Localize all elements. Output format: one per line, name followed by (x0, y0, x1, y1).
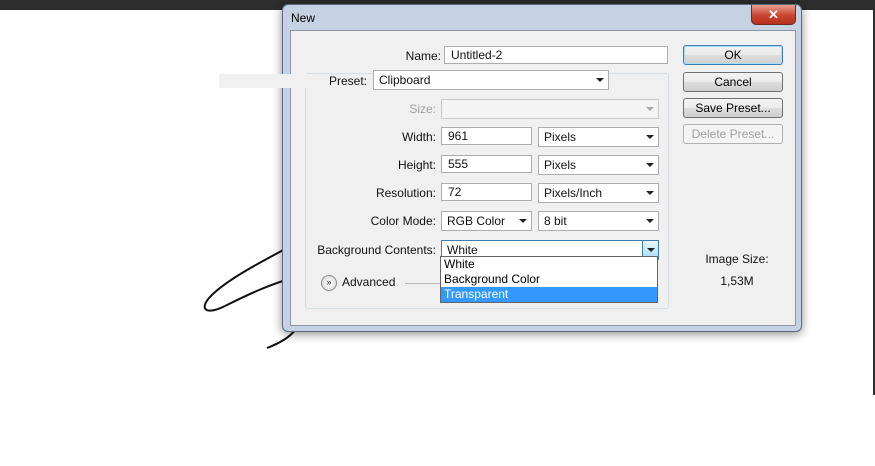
resolution-unit-value: Pixels/Inch (544, 186, 603, 200)
background-contents-dropdown-list: White Background Color Transparent (440, 256, 658, 303)
chevron-down-icon (647, 248, 655, 252)
chevron-down-icon (646, 107, 654, 111)
delete-preset-button: Delete Preset... (683, 124, 783, 144)
color-mode-value: RGB Color (447, 214, 506, 228)
chevron-down-icon (596, 78, 604, 82)
width-label: Width: (401, 130, 436, 144)
double-chevron-down-icon: » (321, 275, 337, 291)
ok-button[interactable]: OK (683, 45, 783, 65)
background-contents-label: Background Contents: (317, 243, 436, 257)
width-input[interactable]: 961 (441, 127, 532, 145)
resolution-label: Resolution: (375, 186, 436, 200)
bit-depth-value: 8 bit (544, 214, 567, 228)
name-input[interactable]: Untitled-2 (444, 46, 668, 64)
width-unit-value: Pixels (544, 130, 577, 144)
dialog-title: New (291, 11, 316, 25)
height-unit-value: Pixels (544, 158, 577, 172)
advanced-label: Advanced (342, 275, 396, 289)
bit-depth-select[interactable]: 8 bit (538, 211, 659, 231)
height-unit-select[interactable]: Pixels (538, 155, 659, 175)
width-unit-select[interactable]: Pixels (538, 127, 659, 147)
cancel-button[interactable]: Cancel (683, 72, 783, 92)
close-icon: ✕ (768, 6, 779, 22)
chevron-down-icon (646, 191, 654, 195)
color-mode-select[interactable]: RGB Color (441, 211, 532, 231)
size-select (441, 99, 659, 119)
resolution-input[interactable]: 72 (441, 183, 532, 201)
height-label: Height: (397, 158, 436, 172)
save-preset-button[interactable]: Save Preset... (683, 98, 783, 118)
resolution-unit-select[interactable]: Pixels/Inch (538, 183, 659, 203)
chevron-down-icon (519, 219, 527, 223)
preset-select[interactable]: Clipboard (373, 70, 609, 90)
height-input[interactable]: 555 (441, 155, 532, 173)
chevron-down-icon (646, 135, 654, 139)
size-label: Size: (409, 102, 436, 116)
chevron-down-icon (646, 219, 654, 223)
preset-label-text: Preset: (328, 74, 367, 88)
color-mode-label: Color Mode: (370, 214, 436, 228)
preset-label: Preset: (219, 74, 367, 88)
close-button[interactable]: ✕ (751, 5, 796, 25)
image-size-label: Image Size: (705, 252, 769, 266)
advanced-divider (405, 283, 445, 284)
dropdown-option-background-color[interactable]: Background Color (441, 272, 657, 287)
preset-value: Clipboard (379, 73, 431, 87)
background-contents-value: White (447, 243, 478, 257)
image-size-value: 1,53M (720, 274, 754, 288)
dropdown-option-transparent[interactable]: Transparent (441, 287, 657, 302)
name-label: Name: (405, 49, 441, 63)
chevron-down-icon (646, 163, 654, 167)
dropdown-option-white[interactable]: White (441, 257, 657, 272)
